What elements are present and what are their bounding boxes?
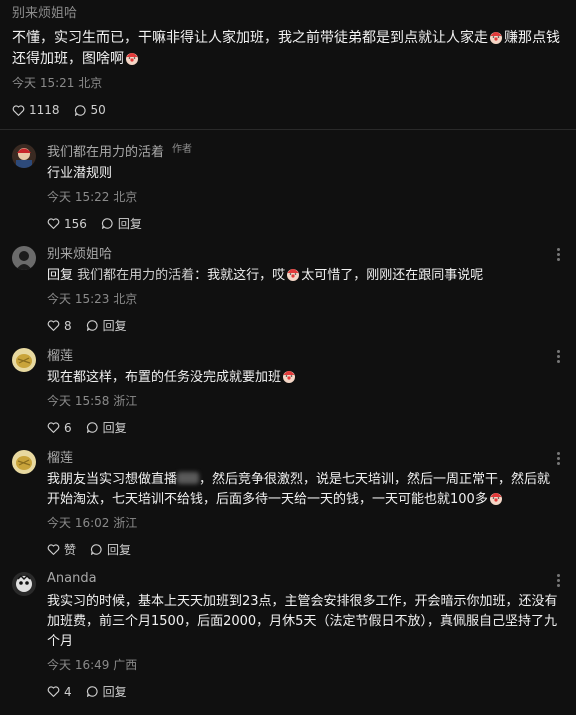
like-count: 8 xyxy=(64,318,72,333)
comment-author[interactable]: 榴莲 xyxy=(47,447,73,466)
clown-emoji-icon xyxy=(126,53,138,65)
comment-icon xyxy=(74,104,86,116)
like-button[interactable]: 4 xyxy=(47,685,72,699)
like-button[interactable]: 156 xyxy=(47,217,87,231)
top-comment-text: 不懂，实习生而已，干嘛非得让人家加班，我之前带徒弟都是到点就让人家走 赚那点钱 还得… xyxy=(12,30,560,67)
comment-time: 今天 16:02 浙江 xyxy=(47,516,138,530)
clown-emoji-icon xyxy=(283,371,296,383)
avatar-image xyxy=(12,246,36,270)
reply-target[interactable]: 我们都在用力的活着 xyxy=(77,268,194,283)
comment-time: 今天 15:23 北京 xyxy=(47,292,138,306)
clown-emoji-icon xyxy=(490,32,502,44)
reply-button[interactable]: 回复 xyxy=(90,541,131,558)
avatar-image xyxy=(12,572,36,596)
top-comment-actions: 1118 50 xyxy=(12,103,564,117)
reply-label: 回复 xyxy=(102,319,127,333)
avatar-image xyxy=(12,450,36,474)
list-item: 榴莲 现在都这样，布置的任务没完成就要加班 今天 15:58 浙江 6 回复 xyxy=(0,344,576,436)
reply-button[interactable]: 回复 xyxy=(101,215,142,232)
comment-icon xyxy=(86,422,98,433)
reply-label: 回复 xyxy=(117,217,142,231)
comment-icon xyxy=(91,544,102,555)
comment-time: 今天 16:49 广西 xyxy=(47,658,138,672)
list-item: 榴莲 我朋友当实习想做直播 ，然后竞争很激烈，说是七天培训，然后一周正常干，然后就… xyxy=(0,446,576,558)
comment-icon xyxy=(86,686,98,697)
comment-text: 现在都这样，布置的任务没完成就要加班 xyxy=(47,368,558,388)
list-item: 我们都在用力的活着 作者 行业潜规则 今天 15:22 北京 156 回复 xyxy=(0,140,576,232)
avatar[interactable] xyxy=(12,572,36,596)
like-count: 6 xyxy=(64,420,72,435)
like-button[interactable]: 8 xyxy=(47,319,72,333)
comment-actions: 8 回复 xyxy=(47,317,558,334)
comment-count: 50 xyxy=(90,103,106,117)
comment-time: 今天 15:22 北京 xyxy=(47,190,138,204)
avatar[interactable] xyxy=(12,348,36,372)
comment-text: 回复 我们都在用力的活着：我就这行，哎 太可惜了，刚刚还在跟同事说呢 xyxy=(47,268,484,283)
avatar[interactable] xyxy=(12,450,36,474)
avatar-image xyxy=(12,348,36,372)
avatar[interactable] xyxy=(12,246,36,270)
reply-button[interactable]: 回复 xyxy=(86,317,127,334)
list-item: 别来烦姐哈 回复 我们都在用力的活着：我就这行，哎 太可惜了，刚刚还在跟同事说呢 … xyxy=(0,242,576,334)
divider xyxy=(0,129,576,130)
reply-button[interactable]: 回复 xyxy=(86,683,127,700)
list-item: Ananda 我实习的时候，基本上天天加班到23点，主管会安排很多工作，开会暗示… xyxy=(0,568,576,700)
comment-text: 我朋友当实习想做直播 ，然后竞争很激烈，说是七天培训，然后一周正常干，然后就开始淘… xyxy=(47,472,551,507)
like-label: 赞 xyxy=(64,543,77,557)
reply-label: 回复 xyxy=(107,543,132,557)
author-badge: 作者 xyxy=(172,144,193,155)
heart-icon xyxy=(47,686,60,697)
top-comment-author[interactable]: 别来烦姐哈 xyxy=(12,4,564,24)
blurred-text xyxy=(177,472,200,484)
more-icon[interactable] xyxy=(552,348,564,363)
comment-actions: 6 回复 xyxy=(47,419,558,436)
comment-actions: 156 回复 xyxy=(47,215,558,232)
comment-icon xyxy=(86,320,98,331)
avatar-image xyxy=(12,144,36,168)
like-count: 156 xyxy=(64,216,87,231)
more-icon[interactable] xyxy=(552,246,564,261)
comment-author[interactable]: 别来烦姐哈 xyxy=(47,243,112,262)
reply-label: 回复 xyxy=(102,421,127,435)
more-icon[interactable] xyxy=(552,450,564,465)
comment-actions: 4 回复 xyxy=(47,683,558,700)
top-comment: 别来烦姐哈 不懂，实习生而已，干嘛非得让人家加班，我之前带徒弟都是到点就让人家走… xyxy=(0,0,576,117)
clown-emoji-icon xyxy=(489,493,502,505)
heart-icon xyxy=(12,104,25,116)
heart-icon xyxy=(47,218,60,229)
like-count: 1118 xyxy=(29,103,60,117)
comment-author[interactable]: 我们都在用力的活着 xyxy=(47,141,164,160)
comment-actions: 赞 回复 xyxy=(47,541,558,558)
more-icon[interactable] xyxy=(552,572,564,587)
comment-thread: 别来烦姐哈 不懂，实习生而已，干嘛非得让人家加班，我之前带徒弟都是到点就让人家走… xyxy=(0,0,576,715)
comment-button[interactable]: 50 xyxy=(74,103,106,117)
heart-icon xyxy=(47,320,60,331)
like-button[interactable]: 6 xyxy=(47,421,72,435)
heart-icon xyxy=(47,422,60,433)
like-button[interactable]: 赞 xyxy=(47,541,76,558)
comment-text: 行业潜规则 xyxy=(47,166,113,181)
comment-time: 今天 15:58 浙江 xyxy=(47,394,138,408)
like-button[interactable]: 1118 xyxy=(12,103,60,117)
top-comment-time: 今天 15:21 北京 xyxy=(12,76,103,90)
comment-author[interactable]: 榴莲 xyxy=(47,345,73,364)
reply-label: 回复 xyxy=(102,685,127,699)
comment-text: 我实习的时候，基本上天天加班到23点，主管会安排很多工作，开会暗示你加班，还没有… xyxy=(47,594,558,649)
reply-button[interactable]: 回复 xyxy=(86,419,127,436)
like-count: 4 xyxy=(64,684,72,699)
avatar[interactable] xyxy=(12,144,36,168)
clown-emoji-icon xyxy=(287,269,300,281)
comment-icon xyxy=(101,218,113,229)
heart-icon xyxy=(47,544,60,555)
comment-author[interactable]: Ananda xyxy=(47,571,97,586)
